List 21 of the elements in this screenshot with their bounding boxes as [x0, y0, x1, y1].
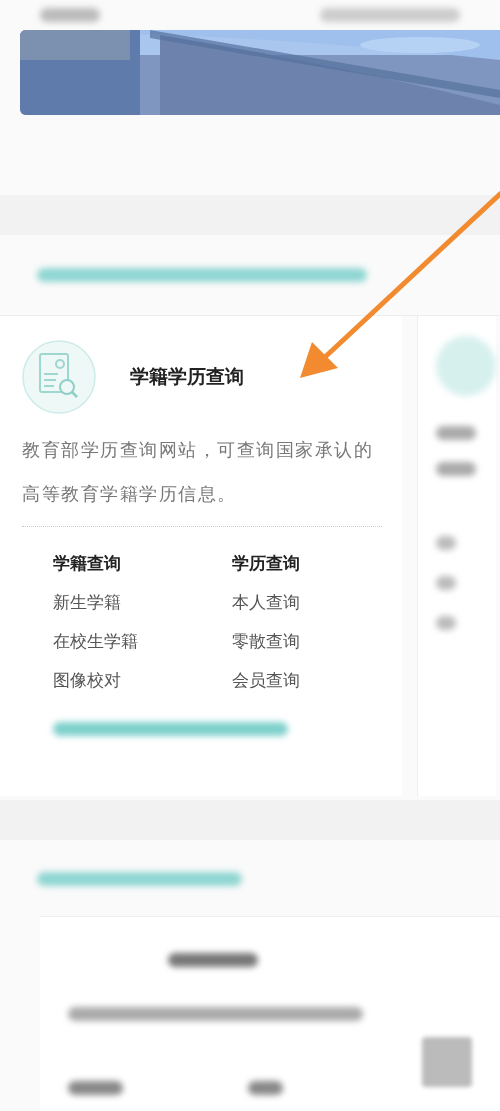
blurred-text	[248, 1081, 283, 1095]
blurred-text	[436, 576, 456, 590]
blurred-text	[436, 426, 476, 440]
query-link[interactable]: 图像校对	[53, 668, 121, 692]
blurred-image	[422, 1037, 472, 1087]
query-link[interactable]: 新生学籍	[53, 590, 121, 614]
query-link[interactable]: 零散查询	[232, 629, 300, 653]
query-link[interactable]: 本人查询	[232, 590, 300, 614]
blurred-text	[436, 616, 456, 630]
card-title: 学籍学历查询	[130, 364, 244, 389]
blurred-icon	[436, 336, 496, 396]
blurred-text	[436, 536, 456, 550]
query-link[interactable]: 在校生学籍	[53, 629, 138, 653]
query-link[interactable]: 学籍查询	[53, 551, 121, 575]
document-search-icon	[22, 340, 96, 414]
query-link[interactable]: 会员查询	[232, 668, 300, 692]
blurred-text	[68, 1081, 123, 1095]
blurred-text	[436, 462, 476, 476]
blurred-text	[40, 8, 100, 22]
card-description: 教育部学历查询网站，可查询国家承认的高等教育学籍学历信息。	[22, 438, 374, 506]
query-link[interactable]: 学历查询	[232, 551, 300, 575]
